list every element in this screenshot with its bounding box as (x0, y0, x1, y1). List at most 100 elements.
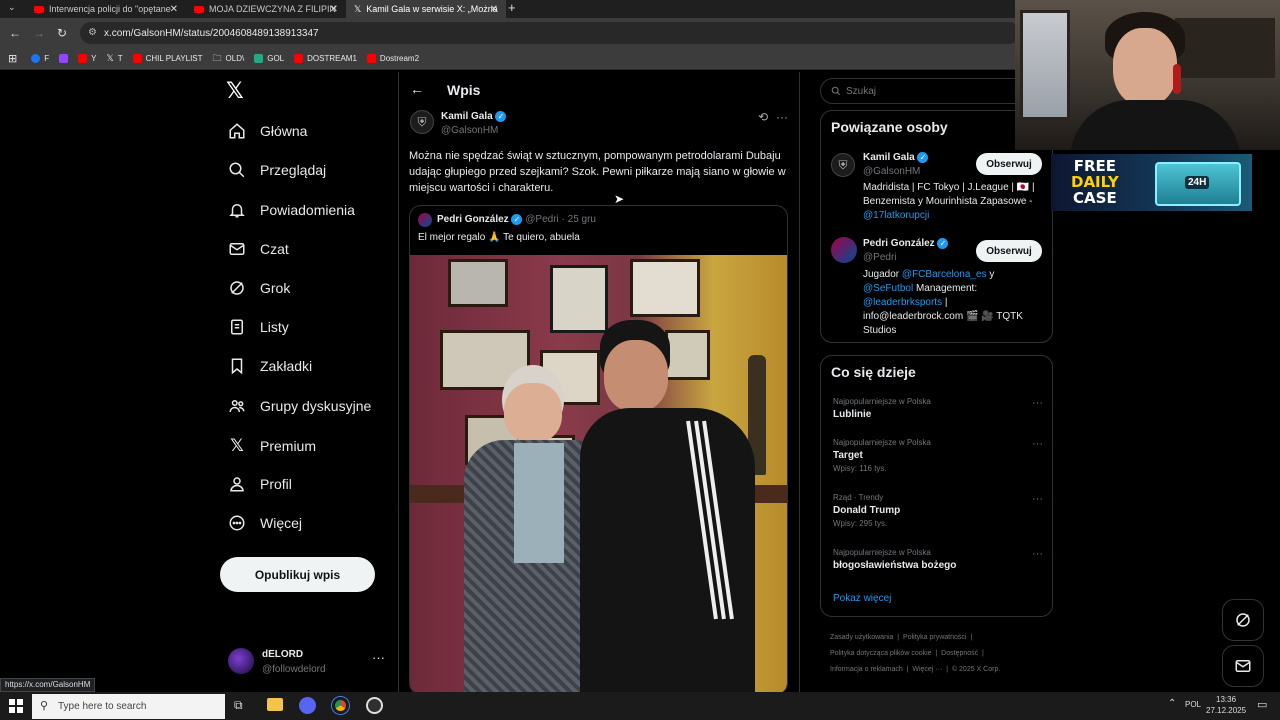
post-photo[interactable] (410, 255, 787, 694)
chrome-icon[interactable] (332, 697, 349, 714)
site-settings-icon[interactable]: ⚙ (88, 27, 97, 38)
browser-tab[interactable]: MOJA DZIEWCZYNA Z FILIPIN ✕ (186, 0, 346, 18)
nav-item-premium[interactable]: 𝕏 Premium (228, 436, 316, 456)
more-dots-icon[interactable]: ··· (1032, 493, 1043, 505)
bookmark-x[interactable]: 𝕏T (106, 53, 122, 64)
youtube-icon (366, 54, 376, 63)
tab-title: Kamil Gala w serwisie X: „Można (366, 4, 498, 14)
footer-links: Zasady użytkowania | Polityka prywatnośc… (830, 634, 1001, 673)
taskbar-search[interactable]: ⚲ Type here to search (32, 694, 225, 719)
x-logo-icon[interactable]: 𝕏 (226, 78, 244, 104)
post-text: Można nie spędzać świąt w sztucznym, pom… (409, 150, 786, 194)
nav-item-home[interactable]: Główna (228, 122, 307, 140)
more-dots-icon[interactable]: ··· (1032, 438, 1043, 450)
file-explorer-icon[interactable] (267, 698, 283, 711)
footer-link[interactable]: Zasady użytkowania (830, 634, 893, 641)
messages-floating-button[interactable] (1222, 645, 1264, 687)
windows-start-icon[interactable] (9, 699, 23, 713)
bio-link[interactable]: @leaderbrksports (863, 297, 942, 308)
grok-icon[interactable]: ⟲ (758, 110, 768, 124)
notification-icon[interactable]: ▭ (1257, 698, 1267, 711)
tray-chevron-icon[interactable]: ⌃ (1168, 698, 1176, 709)
language-indicator[interactable]: POL (1185, 700, 1201, 709)
more-dots-icon[interactable]: ··· (1032, 548, 1043, 560)
forward-arrow-icon[interactable]: → (33, 26, 45, 40)
bookmark-dostream1[interactable]: DOSTREAM1 (294, 54, 357, 63)
avatar[interactable]: ⛨ (831, 153, 855, 177)
bio-link[interactable]: @SeFutbol (863, 283, 913, 294)
list-icon (231, 319, 243, 335)
nav-item-explore[interactable]: Przeglądaj (228, 161, 326, 179)
bookmark-old[interactable]: 🗀 OLD\ (213, 51, 245, 67)
bookmark-dostream2[interactable]: Dostream2 (366, 54, 419, 63)
envelope-icon (1235, 660, 1251, 672)
back-arrow-icon[interactable]: ← (9, 26, 21, 40)
nav-item-communities[interactable]: Grupy dyskusyjne (228, 397, 371, 415)
person-name[interactable]: Pedri González ✓ (863, 238, 949, 249)
obs-icon[interactable] (366, 697, 383, 714)
grok-floating-button[interactable] (1222, 599, 1264, 641)
account-switcher[interactable]: dELORD @followdelord ··· (228, 646, 388, 678)
more-dots-icon[interactable]: ··· (1032, 397, 1043, 409)
nav-item-lists[interactable]: Listy (228, 318, 289, 336)
post-handle[interactable]: @GalsonHM (441, 125, 498, 136)
bookmark-gol[interactable]: GOL (254, 54, 284, 63)
bookmark-youtube[interactable]: Y (78, 54, 96, 63)
account-name: dELORD (262, 649, 304, 660)
nav-item-more[interactable]: Więcej (228, 514, 302, 532)
taskbar-search-placeholder: Type here to search (58, 701, 147, 712)
nav-item-bookmarks[interactable]: Zakładki (228, 357, 312, 375)
close-icon[interactable]: ✕ (170, 4, 178, 15)
footer-link[interactable]: Polityka dotycząca plików cookie (830, 650, 932, 657)
taskbar: ⚲ Type here to search ⧉ ⌃ POL 13:36 27.1… (0, 692, 1280, 720)
footer-link[interactable]: Dostępność (941, 650, 978, 657)
nav-item-profile[interactable]: Profil (228, 475, 292, 493)
discord-icon[interactable] (299, 697, 316, 714)
follow-button[interactable]: Obserwuj (976, 153, 1042, 175)
more-dots-icon[interactable]: ··· (776, 110, 788, 124)
post-button[interactable]: Opublikuj wpis (220, 557, 375, 592)
bookmark-facebook[interactable]: F (31, 54, 49, 63)
bio-link[interactable]: @17latkorupcji (863, 210, 929, 221)
bookmark-twitch[interactable] (59, 54, 69, 63)
trend-item[interactable]: Najpopularniejsze w Polska Target Wpisy:… (833, 438, 1043, 473)
photo-frame (630, 259, 700, 317)
clock[interactable]: 13:36 27.12.2025 (1206, 694, 1246, 716)
browser-tab[interactable]: Interwencja policji do "opętane ✕ (26, 0, 186, 18)
person-name[interactable]: Kamil Gala ✓ (863, 152, 929, 163)
trend-item[interactable]: Najpopularniejsze w Polska błogosławieńs… (833, 548, 1043, 571)
case-badge: 24H (1185, 176, 1210, 189)
daily-case-ad[interactable]: FREE DAILY CASE 24H (1051, 154, 1252, 211)
show-more-link[interactable]: Pokaż więcej (833, 593, 891, 604)
new-tab-icon[interactable]: + (508, 0, 516, 15)
back-arrow-icon[interactable]: ← (410, 81, 424, 97)
nav-item-chat[interactable]: Czat (228, 240, 289, 258)
youtube-icon (78, 54, 88, 63)
footer-link[interactable]: Polityka prywatności (903, 634, 966, 641)
trend-item[interactable]: Najpopularniejsze w Polska Lublinie ··· (833, 397, 1043, 420)
reload-icon[interactable]: ↻ (57, 26, 67, 40)
more-dots-icon[interactable]: ··· (372, 650, 385, 665)
task-view-icon[interactable]: ⧉ (234, 698, 243, 713)
bookmark-icon (231, 358, 243, 375)
close-icon[interactable]: ✕ (490, 4, 498, 15)
footer-link[interactable]: Więcej ··· (912, 666, 942, 673)
tab-search-chevron-icon[interactable]: ⌄ (8, 2, 16, 13)
footer-link[interactable]: Informacja o reklamach (830, 666, 903, 673)
avatar[interactable] (831, 237, 857, 263)
avatar (228, 648, 254, 674)
post-author[interactable]: Kamil Gala ✓ (441, 111, 507, 122)
x-logo-icon: 𝕏 (354, 3, 362, 14)
close-icon[interactable]: ✕ (330, 4, 338, 15)
nav-item-grok[interactable]: Grok (228, 279, 290, 297)
trend-item[interactable]: Rząd · Trendy Donald Trump Wpisy: 295 ty… (833, 493, 1043, 528)
browser-tab-active[interactable]: 𝕏 Kamil Gala w serwisie X: „Można ✕ (346, 0, 506, 18)
bio-link[interactable]: @FCBarcelona_es (902, 269, 987, 280)
bookmark-chil-playlist[interactable]: CHIL PLAYLIST (132, 54, 203, 63)
nav-item-notifications[interactable]: Powiadomienia (228, 201, 355, 219)
quoted-post[interactable]: Pedri González ✓ @Pedri · 25 gru El mejo… (409, 205, 788, 695)
avatar[interactable]: ⛨ (410, 110, 434, 134)
follow-button[interactable]: Obserwuj (976, 240, 1042, 262)
apps-grid-icon[interactable]: ⊞ (8, 52, 17, 65)
address-bar[interactable]: ⚙ x.com/GalsonHM/status/2004608489138913… (80, 22, 1020, 44)
